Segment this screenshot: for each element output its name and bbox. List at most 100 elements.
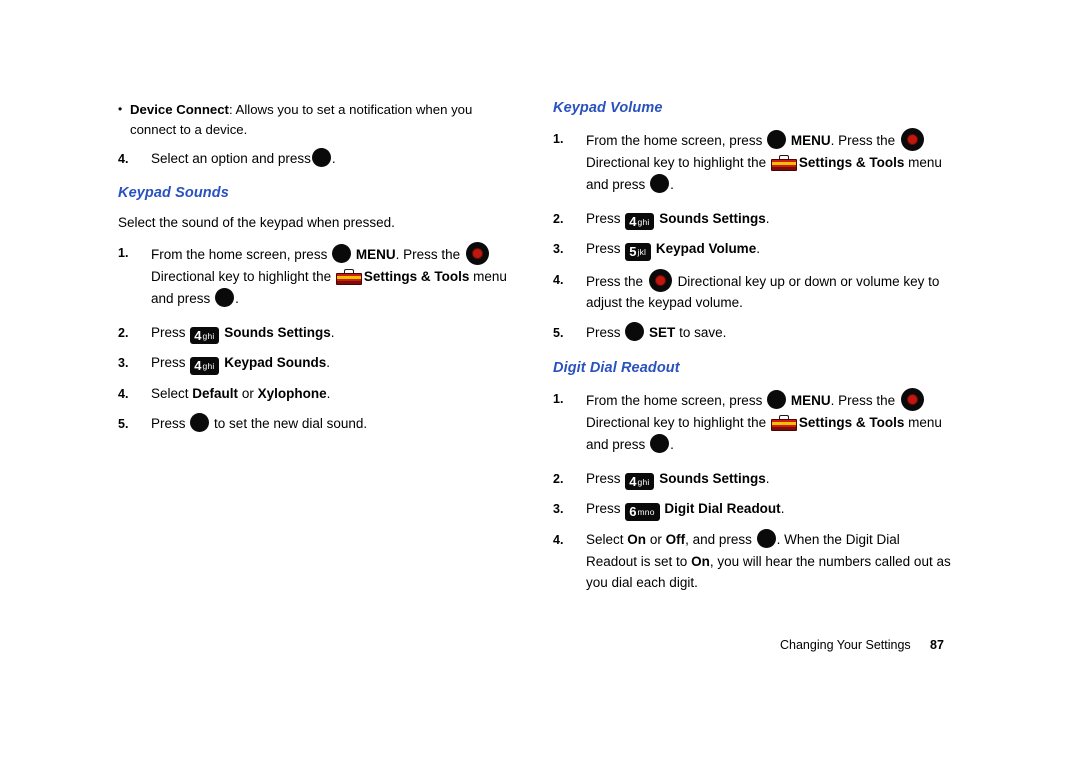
device-connect-bullet: • Device Connect: Allows you to set a no… [118,100,518,140]
key-number: 6 [629,504,637,520]
step-phrase: Select [151,385,189,401]
keypad-volume-step-1: 1. From the home screen, press MENU. Pre… [553,128,953,196]
step-phrase: Select [586,531,624,547]
ok-button-icon [215,288,235,308]
ok-button-icon [190,412,210,432]
sounds-settings-label: Sounds Settings [659,470,766,486]
step-number: 3. [553,242,564,257]
directional-key-icon [648,268,672,292]
manual-page: • Device Connect: Allows you to set a no… [0,0,1080,771]
key-4-icon: 4ghi [625,212,655,231]
keypad-volume-step-3: 3. Press 5jkl Keypad Volume. [553,238,953,261]
step-number: 1. [553,392,564,407]
key-letters: ghi [637,476,650,487]
step-number: 1. [553,132,564,146]
bullet-text: Device Connect: Allows you to set a noti… [130,100,518,140]
digit-dial-readout-step-4: 4. Select On or Off, and press . When th… [553,528,953,595]
step-text: Select Default or Xylophone. [151,383,518,405]
footer-chapter: Changing Your Settings [780,638,911,652]
menu-label: MENU [790,393,831,409]
keypad-sounds-step-2: 2. Press 4ghi Sounds Settings. [118,322,518,345]
step-phrase: Press the [586,273,644,289]
ok-button-icon [311,147,331,167]
step-phrase: Directional key to highlight the [586,154,767,170]
step-number: 2. [118,325,129,340]
step-phrase: From the home screen, press [586,393,763,409]
step-text: Press 4ghi Keypad Sounds. [151,352,518,375]
step-phrase: Press [586,241,621,257]
step-number: 3. [553,502,564,517]
ok-button-icon [332,244,352,264]
key-4-icon: 4ghi [625,472,655,491]
step-phrase: Directional key to highlight the [151,269,332,285]
step-phrase: . Press the [830,393,896,409]
keypad-sounds-step-4: 4. Select Default or Xylophone. [118,383,518,405]
digit-dial-readout-step-1: 1. From the home screen, press MENU. Pre… [553,388,953,456]
key-number: 5 [629,244,637,260]
step-text: Press SET to save. [586,322,953,344]
ok-button-icon [767,390,787,410]
key-number: 4 [629,213,637,229]
digit-dial-readout-label: Digit Dial Readout [664,501,781,517]
settings-tools-label: Settings & Tools [363,269,470,285]
step-text: Press 4ghi Sounds Settings. [151,322,518,345]
menu-label: MENU [790,133,831,148]
ok-button-icon [767,130,787,149]
step-phrase: . [780,501,785,517]
directional-key-icon [465,242,489,266]
option-default: Default [192,385,239,401]
step-text: Press 4ghi Sounds Settings. [586,208,953,231]
ok-button-icon [625,322,645,342]
step-phrase: Directional key to highlight the [586,415,767,431]
key-5-icon: 5jkl [625,243,652,261]
step-phrase: From the home screen, press [586,133,763,148]
keypad-volume-heading: Keypad Volume [553,100,663,116]
step-phrase: to save. [679,325,727,341]
bullet-marker: • [118,102,123,116]
step-number: 5. [118,416,129,431]
step-phrase: to set the new dial sound. [214,415,368,431]
footer-page-number: 87 [930,638,944,652]
digit-dial-readout-heading: Digit Dial Readout [553,360,680,377]
keypad-sounds-step-1: 1. From the home screen, press MENU. Pre… [118,242,518,310]
step-number: 4. [553,272,564,287]
step-phrase: Press [586,470,621,486]
option-on: On [691,553,710,569]
key-letters: ghi [202,330,215,341]
step-phrase: . Press the [395,247,461,263]
settings-tools-label: Settings & Tools [798,154,905,170]
step-phrase: . [235,291,239,307]
bullet-term: Device Connect [130,102,229,117]
option-xylophone: Xylophone [257,385,327,401]
step-number: 1. [118,246,129,261]
option-off: Off [665,531,686,547]
step-phrase: Press [151,355,186,371]
sounds-settings-label: Sounds Settings [659,210,766,226]
keypad-sounds-step-5: 5. Press to set the new dial sound. [118,412,518,435]
menu-label: MENU [355,247,396,263]
step-text: From the home screen, press MENU. Press … [586,388,953,456]
key-number: 4 [194,358,202,374]
step-number: 4. [553,532,564,547]
key-letters: jkl [637,247,647,258]
step-phrase: . [670,436,674,452]
step-text: From the home screen, press MENU. Press … [151,242,518,310]
key-4-icon: 4ghi [190,326,220,345]
step-text-after: . [331,150,336,166]
sounds-settings-label: Sounds Settings [224,324,331,340]
step-phrase: or [649,531,662,547]
keypad-volume-label: Keypad Volume [655,241,757,257]
step-phrase: , and press [685,531,752,547]
settings-tools-label: Settings & Tools [798,415,905,431]
keypad-sounds-label: Keypad Sounds [224,355,327,371]
step-number: 3. [118,356,129,371]
right-column: Keypad Volume 1. From the home screen, p… [553,100,953,594]
keypad-volume-step-2: 2. Press 4ghi Sounds Settings. [553,208,953,231]
step-phrase: Press [151,415,186,431]
keypad-volume-step-5: 5. Press SET to save. [553,322,953,344]
keypad-sounds-heading: Keypad Sounds [118,185,229,202]
step-text: Press 5jkl Keypad Volume. [586,238,953,261]
settings-tools-icon [335,269,362,286]
step-number: 4. [118,151,129,166]
ok-button-icon [756,528,776,548]
